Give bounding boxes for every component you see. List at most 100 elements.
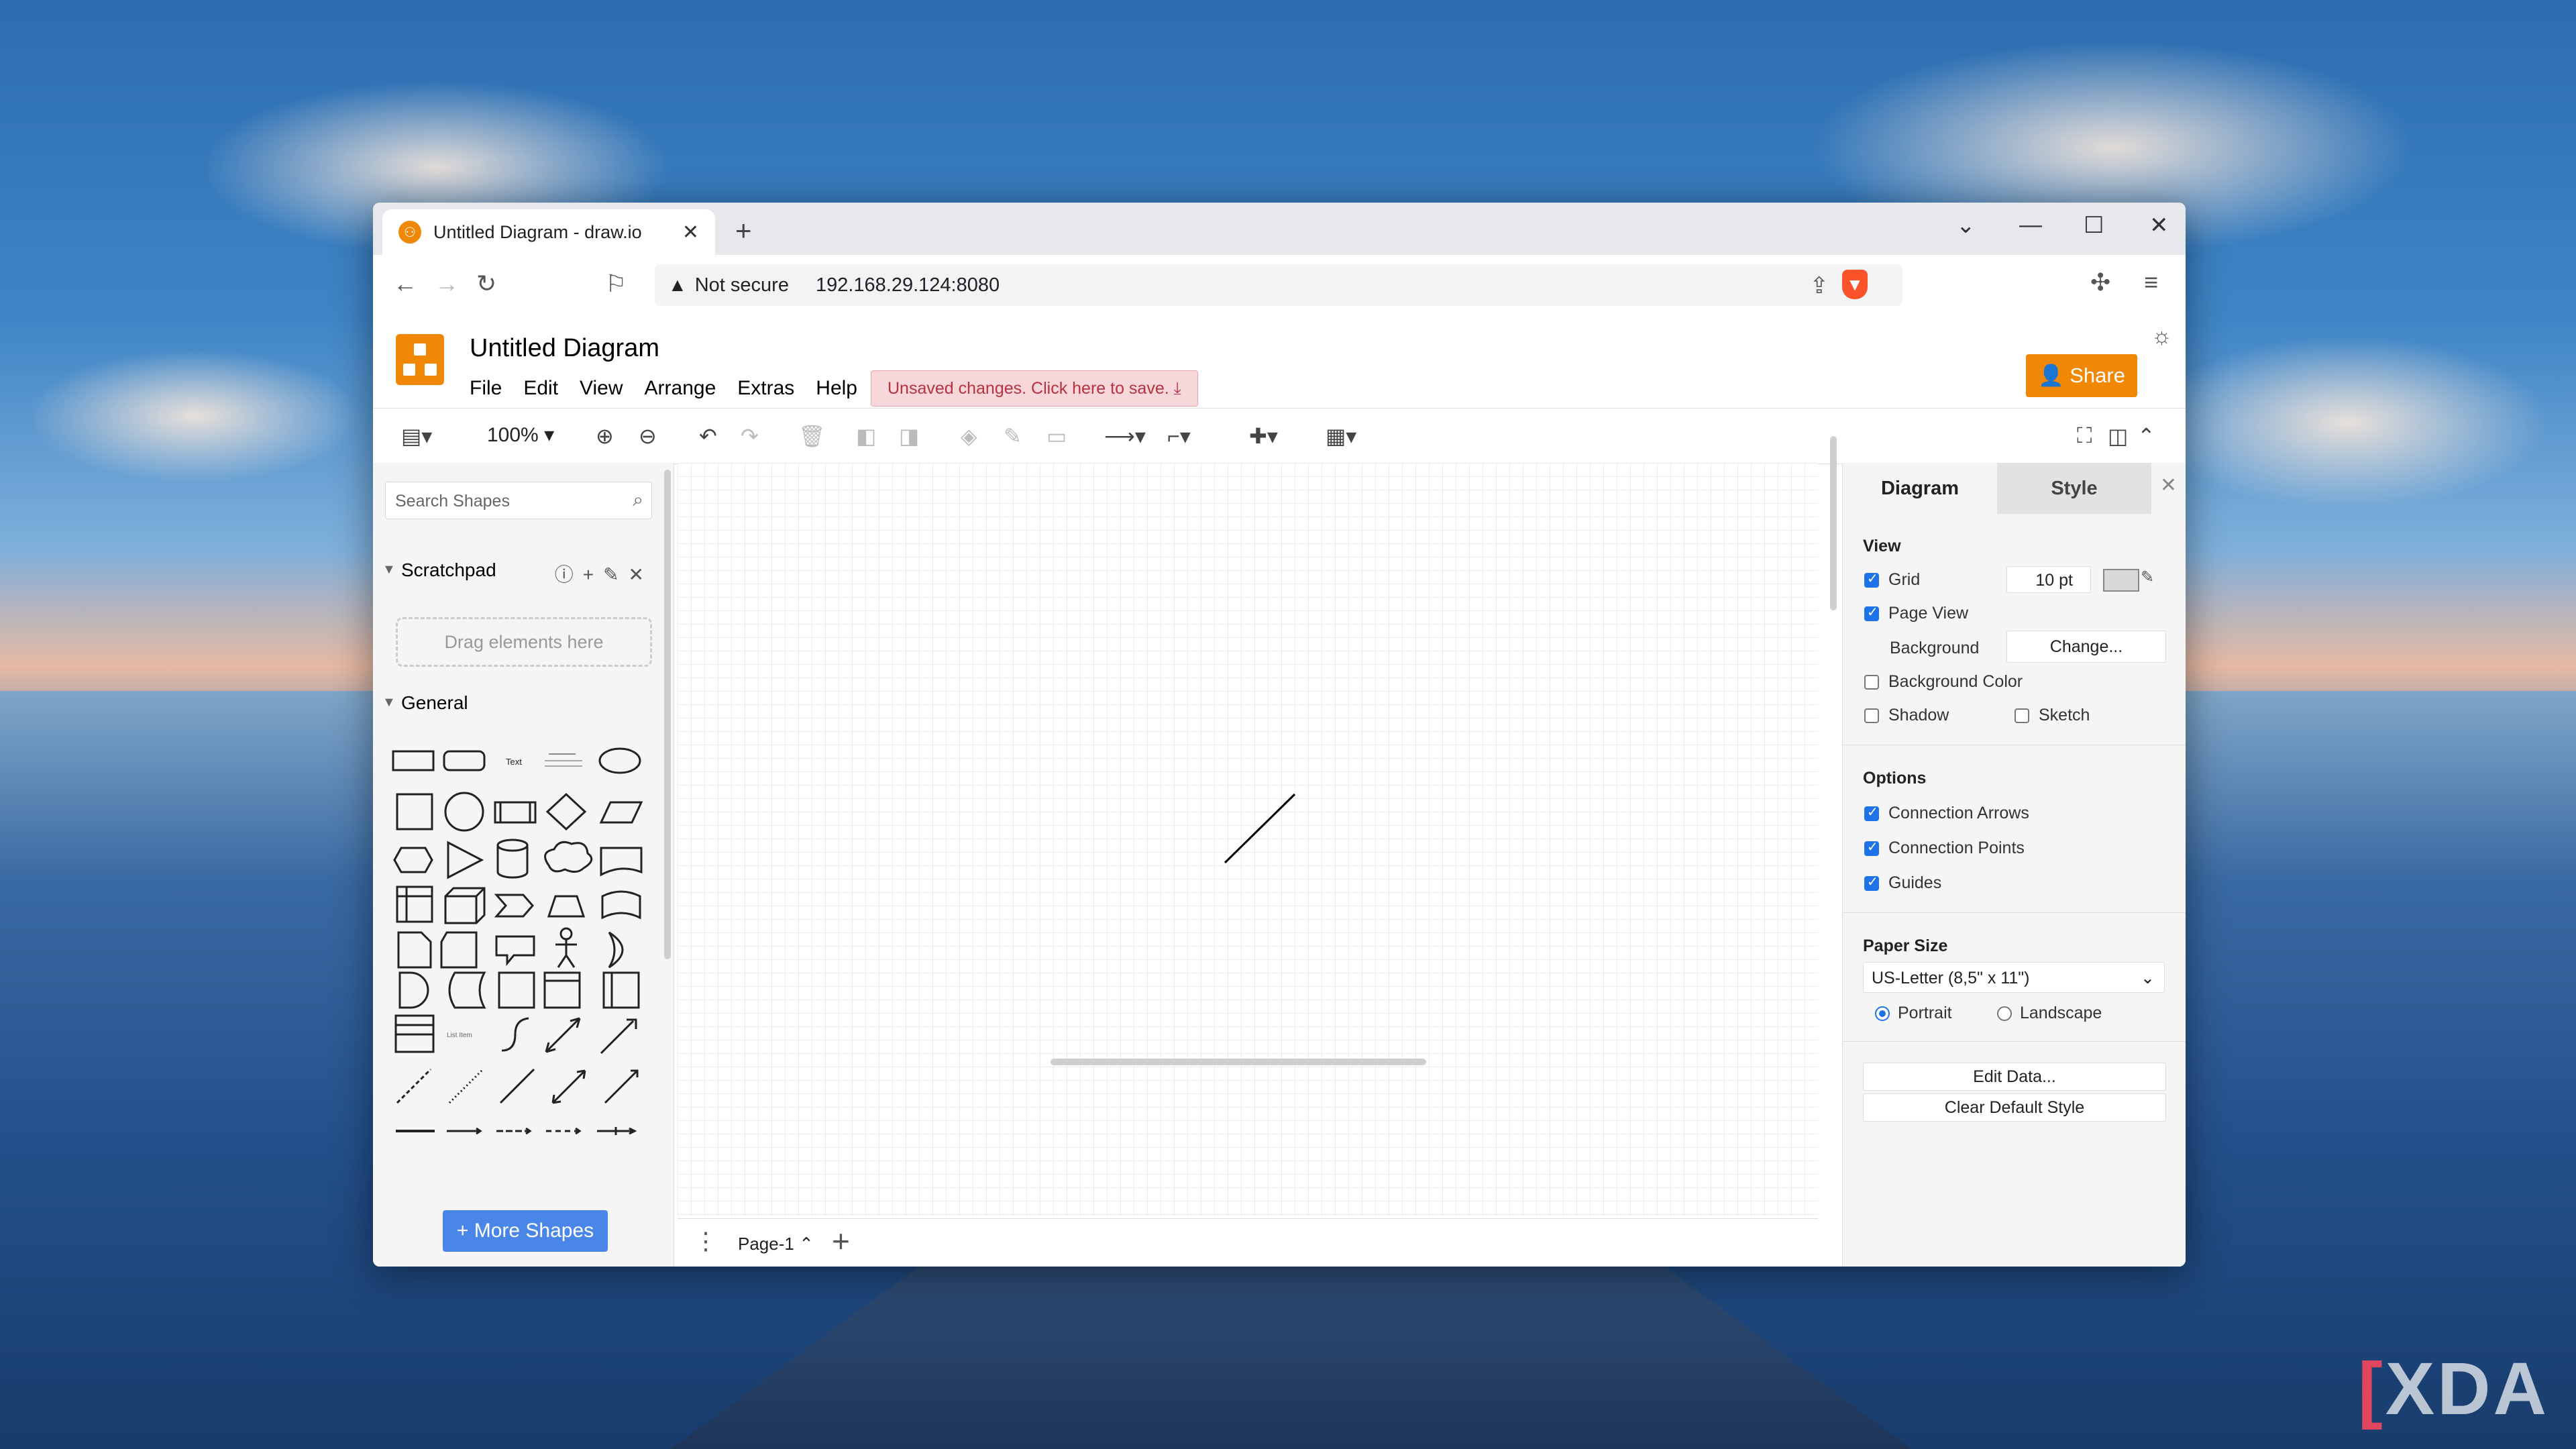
search-shapes-input[interactable]: Search Shapes ⌕ [385, 482, 652, 519]
page-view-checkbox[interactable] [1864, 604, 1879, 621]
paper-size-select[interactable]: US-Letter (8,5" x 11") ⌄ [1863, 962, 2165, 993]
menu-view[interactable]: View [580, 377, 623, 400]
chevron-down-icon[interactable]: ▼ [382, 562, 396, 578]
browser-tab[interactable]: ⚇ Untitled Diagram - draw.io ✕ [382, 209, 715, 255]
sidebar-scrollbar[interactable] [664, 470, 671, 959]
zoom-in-icon[interactable]: ⊕ [596, 423, 614, 449]
tab-diagram[interactable]: Diagram [1843, 463, 1997, 514]
connection-arrows-checkbox[interactable] [1864, 804, 1879, 821]
unsaved-changes-button[interactable]: Unsaved changes. Click here to save. ⤓ [871, 370, 1198, 407]
new-tab-icon[interactable]: + [735, 215, 752, 247]
scratchpad-title[interactable]: Scratchpad [401, 559, 496, 581]
canvas-horizontal-scrollbar[interactable] [1051, 1059, 1426, 1065]
diagram-title[interactable]: Untitled Diagram [470, 334, 659, 363]
menu-arrange[interactable]: Arrange [645, 377, 716, 400]
connection-points-checkbox[interactable] [1864, 839, 1879, 856]
brave-shield-icon[interactable]: ▼ [1842, 270, 1868, 299]
grid-color-swatch[interactable] [2103, 569, 2139, 592]
background-color-checkbox[interactable] [1864, 674, 1879, 690]
shadow-row[interactable]: Shadow [1864, 706, 1949, 725]
zoom-select[interactable]: 100% ▾ [487, 423, 554, 447]
drawn-line[interactable] [678, 463, 1818, 1216]
to-front-icon[interactable]: ◧ [856, 423, 876, 449]
sketch-checkbox[interactable] [2015, 708, 2029, 723]
url-text: 192.168.29.124:8080 [815, 274, 1000, 296]
grid-row[interactable]: Grid [1864, 570, 1920, 590]
fullscreen-icon[interactable]: ⛶ [2077, 423, 2092, 449]
landscape-row[interactable]: Landscape [1997, 1004, 2102, 1023]
change-background-button[interactable]: Change... [2006, 631, 2166, 663]
eyedropper-icon[interactable]: ✎ [2141, 568, 2154, 587]
grid-size-input[interactable]: 10 pt [2006, 566, 2091, 593]
tab-style[interactable]: Style [1997, 463, 2151, 514]
connection-points-row[interactable]: Connection Points [1864, 839, 2025, 858]
redo-icon[interactable]: ↷ [741, 423, 759, 449]
insert-icon[interactable]: ✚▾ [1249, 423, 1278, 449]
connection-arrows-row[interactable]: Connection Arrows [1864, 804, 2029, 823]
menu-extras[interactable]: Extras [737, 377, 794, 400]
address-bar[interactable]: ▲ Not secure 192.168.29.124:8080 ⇪ ▼ [655, 264, 1902, 306]
chevron-down-icon[interactable]: ▼ [382, 695, 396, 710]
line-color-icon[interactable]: ✎ [1004, 423, 1022, 449]
search-icon[interactable]: ⌕ [633, 489, 643, 511]
guides-checkbox[interactable] [1864, 873, 1879, 891]
close-tab-icon[interactable]: ✕ [682, 221, 699, 244]
drawio-favicon-icon: ⚇ [398, 221, 421, 244]
format-panel-toggle-icon[interactable]: ◫ [2108, 423, 2128, 449]
reload-icon[interactable]: ↻ [476, 270, 496, 298]
more-shapes-button[interactable]: + More Shapes [443, 1210, 608, 1252]
menu-edit[interactable]: Edit [523, 377, 558, 400]
page-view-row[interactable]: Page View [1864, 604, 1968, 623]
fill-color-icon[interactable]: ◈ [961, 423, 977, 449]
sketch-row[interactable]: Sketch [2015, 706, 2090, 725]
background-color-row[interactable]: Background Color [1864, 672, 2023, 692]
diagram-canvas[interactable] [678, 463, 1818, 1216]
grid-checkbox[interactable] [1864, 570, 1879, 588]
svg-text:Text: Text [506, 757, 522, 767]
edit-data-button[interactable]: Edit Data... [1863, 1063, 2166, 1091]
menu-help[interactable]: Help [816, 377, 857, 400]
browser-menu-icon[interactable]: ≡ [2144, 268, 2158, 297]
tab-list-icon[interactable]: ⌄ [1956, 212, 1976, 239]
back-icon[interactable]: ← [393, 270, 417, 298]
forward-icon[interactable]: → [435, 270, 459, 298]
menu-file[interactable]: File [470, 377, 502, 400]
paper-size-value: US-Letter (8,5" x 11") [1872, 969, 2030, 987]
theme-icon[interactable]: ☼ [2151, 323, 2172, 350]
canvas-vertical-scrollbar[interactable] [1830, 436, 1837, 610]
scratchpad-dropzone[interactable]: Drag elements here [396, 617, 652, 667]
portrait-row[interactable]: Portrait [1875, 1004, 1952, 1023]
portrait-radio[interactable] [1875, 1006, 1890, 1021]
share-button[interactable]: 👤 Share [2026, 354, 2137, 397]
background-color-label: Background Color [1888, 672, 2023, 691]
general-shapes-palette[interactable]: Text List Item [388, 738, 649, 1181]
to-back-icon[interactable]: ◨ [899, 423, 919, 449]
close-window-icon[interactable]: ✕ [2149, 212, 2169, 239]
close-panel-icon[interactable]: ✕ [2160, 474, 2177, 497]
page-tab[interactable]: Page-1 ⌃ [738, 1234, 814, 1254]
collapse-icon[interactable]: ⌃ [2137, 423, 2155, 449]
scratchpad-actions[interactable]: ⓘ+✎✕ [555, 560, 653, 587]
pages-menu-icon[interactable]: ⋮ [694, 1227, 718, 1255]
shadow-checkbox[interactable] [1864, 708, 1879, 723]
table-icon[interactable]: ▦▾ [1326, 423, 1356, 449]
extensions-icon[interactable]: ✣ [2090, 268, 2110, 297]
maximize-icon[interactable]: ☐ [2084, 212, 2104, 239]
minimize-icon[interactable]: — [2019, 212, 2042, 238]
landscape-radio[interactable] [1997, 1006, 2012, 1021]
guides-row[interactable]: Guides [1864, 873, 1941, 893]
delete-icon[interactable]: 🗑 [798, 423, 826, 449]
panels-icon[interactable]: ▤▾ [401, 423, 432, 449]
shadow-icon[interactable]: ▭ [1046, 423, 1067, 449]
bookmark-icon[interactable]: ⚐ [605, 270, 627, 298]
connection-icon[interactable]: ⟶▾ [1104, 423, 1146, 449]
divider [1843, 912, 2186, 913]
general-title[interactable]: General [401, 692, 468, 714]
zoom-out-icon[interactable]: ⊖ [639, 423, 657, 449]
add-page-icon[interactable]: + [832, 1223, 850, 1259]
waypoints-icon[interactable]: ⌐▾ [1167, 423, 1191, 449]
clear-default-style-button[interactable]: Clear Default Style [1863, 1093, 2166, 1122]
share-page-icon[interactable]: ⇪ [1810, 272, 1829, 299]
undo-icon[interactable]: ↶ [699, 423, 717, 449]
share-label: Share [2070, 364, 2125, 387]
